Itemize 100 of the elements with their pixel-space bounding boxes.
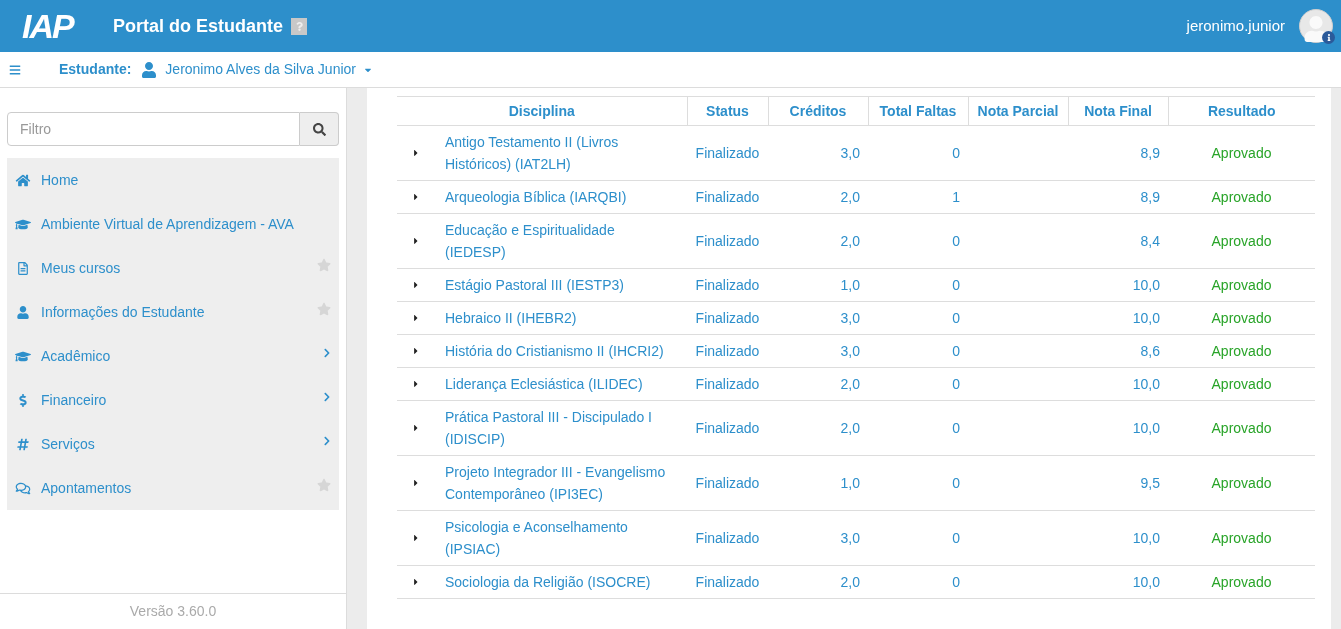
student-label: Estudante:	[59, 60, 132, 79]
final-grade-cell: 10,0	[1068, 367, 1168, 401]
search-icon	[312, 122, 326, 136]
discipline-link[interactable]: Educação e Espiritualidade (IEDESP)	[445, 219, 677, 263]
expand-icon[interactable]	[412, 280, 420, 290]
column-header: Disciplina	[397, 96, 687, 126]
expand-icon[interactable]	[412, 423, 420, 433]
expand-icon[interactable]	[412, 533, 420, 543]
user-icon	[142, 61, 157, 78]
expand-icon[interactable]	[412, 192, 420, 202]
status-cell: Finalizado	[687, 565, 768, 599]
discipline-link[interactable]: Prática Pastoral III - Discipulado I (IDISCIP)	[445, 406, 677, 450]
absences-cell: 0	[868, 125, 968, 181]
credits-cell: 3,0	[768, 125, 868, 181]
discipline-link[interactable]: Projeto Integrador III - Evangelismo Contemporâneo (IPI3EC)	[445, 461, 677, 505]
expand-icon[interactable]	[412, 313, 420, 323]
absences-cell: 0	[868, 455, 968, 511]
logo[interactable]: IAP	[22, 9, 84, 43]
discipline-link[interactable]: Psicologia e Aconselhamento (IPSIAC)	[445, 516, 677, 560]
discipline-link[interactable]: Liderança Eclesiástica (ILIDEC)	[445, 373, 677, 395]
discipline-link[interactable]: Antigo Testamento II (Livros Históricos) (IAT2LH)	[445, 131, 677, 175]
menu-item[interactable]: Home	[41, 169, 79, 191]
status-cell: Finalizado	[687, 301, 768, 335]
expand-icon[interactable]	[412, 346, 420, 356]
page-title: Portal do Estudante	[113, 14, 283, 38]
credits-cell: 2,0	[768, 565, 868, 599]
column-header: Nota Parcial	[968, 96, 1068, 126]
credits-cell: 3,0	[768, 510, 868, 566]
version-text: Versão 3.60.0	[129, 602, 217, 621]
absences-cell: 1	[868, 180, 968, 214]
result-cell: Aprovado	[1168, 455, 1315, 511]
menu-icon[interactable]	[9, 63, 21, 76]
credits-cell: 1,0	[768, 268, 868, 302]
result-cell: Aprovado	[1168, 400, 1315, 456]
credits-cell: 3,0	[768, 334, 868, 368]
absences-cell: 0	[868, 367, 968, 401]
result-cell: Aprovado	[1168, 565, 1315, 599]
result-cell: Aprovado	[1168, 125, 1315, 181]
menu-item[interactable]: Apontamentos	[41, 477, 132, 499]
absences-cell: 0	[868, 213, 968, 269]
student-dropdown[interactable]: Jeronimo Alves da Silva Junior	[165, 59, 373, 80]
column-header: Resultado	[1168, 96, 1315, 126]
document-icon	[15, 261, 31, 275]
column-header: Status	[687, 96, 768, 126]
user-icon	[15, 305, 31, 319]
menu-item[interactable]: Informações do Estudante	[41, 301, 205, 323]
avatar-icon[interactable]	[1299, 9, 1333, 43]
final-grade-cell: 8,6	[1068, 334, 1168, 368]
star-icon[interactable]	[317, 258, 331, 272]
final-grade-cell: 8,9	[1068, 125, 1168, 181]
result-cell: Aprovado	[1168, 334, 1315, 368]
graduation-cap-icon	[15, 217, 31, 231]
result-cell: Aprovado	[1168, 301, 1315, 335]
search-button[interactable]	[300, 112, 339, 146]
discipline-link[interactable]: História do Cristianismo II (IHCRI2)	[445, 340, 677, 362]
discipline-link[interactable]: Hebraico II (IHEBR2)	[445, 307, 677, 329]
credits-cell: 2,0	[768, 180, 868, 214]
credits-cell: 2,0	[768, 400, 868, 456]
discipline-link[interactable]: Estágio Pastoral III (IESTP3)	[445, 274, 677, 296]
credits-cell: 3,0	[768, 301, 868, 335]
status-cell: Finalizado	[687, 334, 768, 368]
expand-icon[interactable]	[412, 148, 420, 158]
status-cell: Finalizado	[687, 455, 768, 511]
absences-cell: 0	[868, 268, 968, 302]
filter-field[interactable]: Filtro	[7, 112, 300, 146]
menu-item[interactable]: Acadêmico	[41, 345, 111, 367]
chevron-icon	[323, 348, 331, 358]
credits-cell: 1,0	[768, 455, 868, 511]
username[interactable]: jeronimo.junior	[1186, 14, 1285, 38]
chevron-icon	[323, 392, 331, 402]
absences-cell: 0	[868, 510, 968, 566]
final-grade-cell: 10,0	[1068, 400, 1168, 456]
menu-item[interactable]: Meus cursos	[41, 257, 121, 279]
final-grade-cell: 10,0	[1068, 268, 1168, 302]
graduation-cap-icon	[15, 349, 31, 363]
menu-item[interactable]: Ambiente Virtual de Aprendizagem - AVA	[41, 213, 294, 235]
chevron-icon	[323, 436, 331, 446]
final-grade-cell: 8,9	[1068, 180, 1168, 214]
expand-icon[interactable]	[412, 478, 420, 488]
final-grade-cell: 9,5	[1068, 455, 1168, 511]
final-grade-cell: 10,0	[1068, 565, 1168, 599]
help-icon[interactable]	[291, 17, 307, 35]
result-cell: Aprovado	[1168, 367, 1315, 401]
column-header: Total Faltas	[868, 96, 968, 126]
absences-cell: 0	[868, 400, 968, 456]
discipline-link[interactable]: Sociologia da Religião (ISOCRE)	[445, 571, 677, 593]
absences-cell: 0	[868, 565, 968, 599]
star-icon[interactable]	[317, 478, 331, 492]
final-grade-cell: 10,0	[1068, 510, 1168, 566]
expand-icon[interactable]	[412, 577, 420, 587]
star-icon[interactable]	[317, 302, 331, 316]
final-grade-cell: 8,4	[1068, 213, 1168, 269]
expand-icon[interactable]	[412, 236, 420, 246]
chat-bubbles-icon	[15, 481, 31, 495]
expand-icon[interactable]	[412, 379, 420, 389]
menu-item[interactable]: Financeiro	[41, 389, 107, 411]
home-icon	[15, 173, 31, 187]
menu-item[interactable]: Serviços	[41, 433, 95, 455]
credits-cell: 2,0	[768, 213, 868, 269]
discipline-link[interactable]: Arqueologia Bíblica (IARQBI)	[445, 186, 677, 208]
